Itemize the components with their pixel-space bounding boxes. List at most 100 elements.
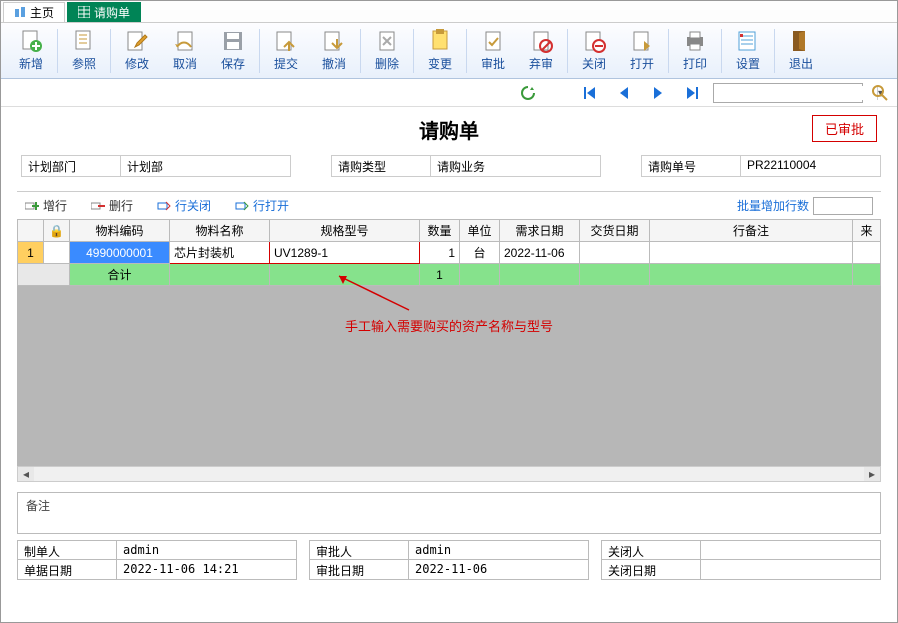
save-label: 保存: [221, 55, 245, 72]
revoke-label: 撤消: [322, 55, 346, 72]
col-lock-icon[interactable]: 🔒: [44, 220, 70, 242]
change-button[interactable]: 变更: [416, 25, 464, 77]
revoke-button[interactable]: 撤消: [310, 25, 358, 77]
print-button[interactable]: 打印: [671, 25, 719, 77]
no-value[interactable]: PR22110004: [741, 155, 881, 177]
prev-record-icon[interactable]: [611, 84, 637, 102]
delrow-icon: [91, 199, 105, 213]
change-icon: [428, 29, 452, 53]
delete-button[interactable]: 删除: [363, 25, 411, 77]
approvedate-value: 2022-11-06: [409, 560, 589, 580]
reject-button[interactable]: 弃审: [517, 25, 565, 77]
tab-home-label: 主页: [30, 4, 54, 21]
scroll-track[interactable]: [34, 467, 864, 481]
remark-label: 备注: [26, 499, 50, 513]
addrow-button[interactable]: 增行: [25, 197, 67, 214]
col-unit[interactable]: 单位: [460, 220, 500, 242]
close-button[interactable]: 关闭: [570, 25, 618, 77]
settings-label: 设置: [736, 55, 760, 72]
open-button[interactable]: 打开: [618, 25, 666, 77]
change-label: 变更: [428, 55, 452, 72]
rowclose-button[interactable]: 行关闭: [157, 197, 211, 214]
save-button[interactable]: 保存: [209, 25, 257, 77]
exit-button[interactable]: 退出: [777, 25, 825, 77]
delrow-button[interactable]: 删行: [91, 197, 133, 214]
maker-value: admin: [117, 540, 297, 560]
close-icon: [582, 29, 606, 53]
docdate-value: 2022-11-06 14:21: [117, 560, 297, 580]
closedate-value: [701, 560, 881, 580]
table-row[interactable]: 1 4990000001 芯片封装机 UV1289-1 1 台 2022-11-…: [18, 242, 881, 264]
open-label: 打开: [630, 55, 654, 72]
reject-label: 弃审: [529, 55, 553, 72]
cell-name[interactable]: 芯片封装机: [170, 242, 270, 264]
submit-label: 提交: [274, 55, 298, 72]
batch-add: 批量增加行数: [737, 197, 873, 215]
col-qty[interactable]: 数量: [420, 220, 460, 242]
reject-icon: [529, 29, 553, 53]
save-icon: [221, 29, 245, 53]
cell-ship[interactable]: [580, 242, 650, 264]
col-spec[interactable]: 规格型号: [270, 220, 420, 242]
next-record-icon[interactable]: [645, 84, 671, 102]
grid-hscroll[interactable]: ◂ ▸: [17, 466, 881, 482]
remark-box[interactable]: 备注: [17, 492, 881, 534]
cell-lock[interactable]: [44, 242, 70, 264]
cell-rownum[interactable]: 1: [18, 242, 44, 264]
col-code[interactable]: 物料编码: [70, 220, 170, 242]
cell-unit[interactable]: 台: [460, 242, 500, 264]
cell-code[interactable]: 4990000001: [70, 242, 170, 264]
batch-add-input[interactable]: [813, 197, 873, 215]
col-rownum[interactable]: [18, 220, 44, 242]
home-tab-icon: [14, 6, 26, 18]
type-value[interactable]: 请购业务: [431, 155, 601, 177]
cancel-icon: [173, 29, 197, 53]
dept-value[interactable]: 计划部: [121, 155, 291, 177]
scroll-right-icon[interactable]: ▸: [864, 467, 880, 481]
rowopen-label: 行打开: [253, 197, 289, 214]
main-toolbar: 新增 参照 修改 取消 保存 提交 撤消 删除 变更 审批 弃审 关闭 打开 打…: [1, 23, 897, 79]
magnify-icon[interactable]: [871, 84, 889, 102]
tab-current[interactable]: 请购单: [67, 2, 141, 22]
edit-label: 修改: [125, 55, 149, 72]
col-ship[interactable]: 交货日期: [580, 220, 650, 242]
rowopen-button[interactable]: 行打开: [235, 197, 289, 214]
dept-label: 计划部门: [21, 155, 121, 177]
footer: 制单人admin 单据日期2022-11-06 14:21 审批人admin 审…: [1, 540, 897, 588]
cell-remark[interactable]: [650, 242, 853, 264]
approvedate-label: 审批日期: [309, 560, 409, 580]
scroll-left-icon[interactable]: ◂: [18, 467, 34, 481]
col-remark[interactable]: 行备注: [650, 220, 853, 242]
dept-field: 计划部门 计划部: [21, 155, 291, 177]
delete-icon: [375, 29, 399, 53]
nav-search-input[interactable]: [714, 86, 877, 100]
refresh-nav-icon[interactable]: [515, 84, 541, 102]
closedate-label: 关闭日期: [601, 560, 701, 580]
no-field: 请购单号 PR22110004: [641, 155, 881, 177]
col-name[interactable]: 物料名称: [170, 220, 270, 242]
settings-icon: [736, 29, 760, 53]
revoke-icon: [322, 29, 346, 53]
new-button[interactable]: 新增: [7, 25, 55, 77]
cancel-button[interactable]: 取消: [161, 25, 209, 77]
col-more[interactable]: 来: [853, 220, 881, 242]
nav-search[interactable]: ▾: [713, 83, 863, 103]
cell-more[interactable]: [853, 242, 881, 264]
edit-button[interactable]: 修改: [113, 25, 161, 77]
exit-label: 退出: [789, 55, 813, 72]
first-record-icon[interactable]: [577, 84, 603, 102]
cell-spec[interactable]: UV1289-1: [270, 242, 420, 264]
approver-label: 审批人: [309, 540, 409, 560]
grid-toolbar: 增行 删行 行关闭 行打开 批量增加行数: [17, 191, 881, 219]
ref-button[interactable]: 参照: [60, 25, 108, 77]
approve-button[interactable]: 审批: [469, 25, 517, 77]
submit-button[interactable]: 提交: [262, 25, 310, 77]
last-record-icon[interactable]: [679, 84, 705, 102]
tab-home[interactable]: 主页: [3, 2, 65, 22]
cell-need[interactable]: 2022-11-06: [500, 242, 580, 264]
col-need[interactable]: 需求日期: [500, 220, 580, 242]
settings-button[interactable]: 设置: [724, 25, 772, 77]
grid-empty-area: 手工输入需要购买的资产名称与型号: [17, 286, 881, 466]
cell-qty[interactable]: 1: [420, 242, 460, 264]
sum-label: 合计: [70, 264, 170, 286]
